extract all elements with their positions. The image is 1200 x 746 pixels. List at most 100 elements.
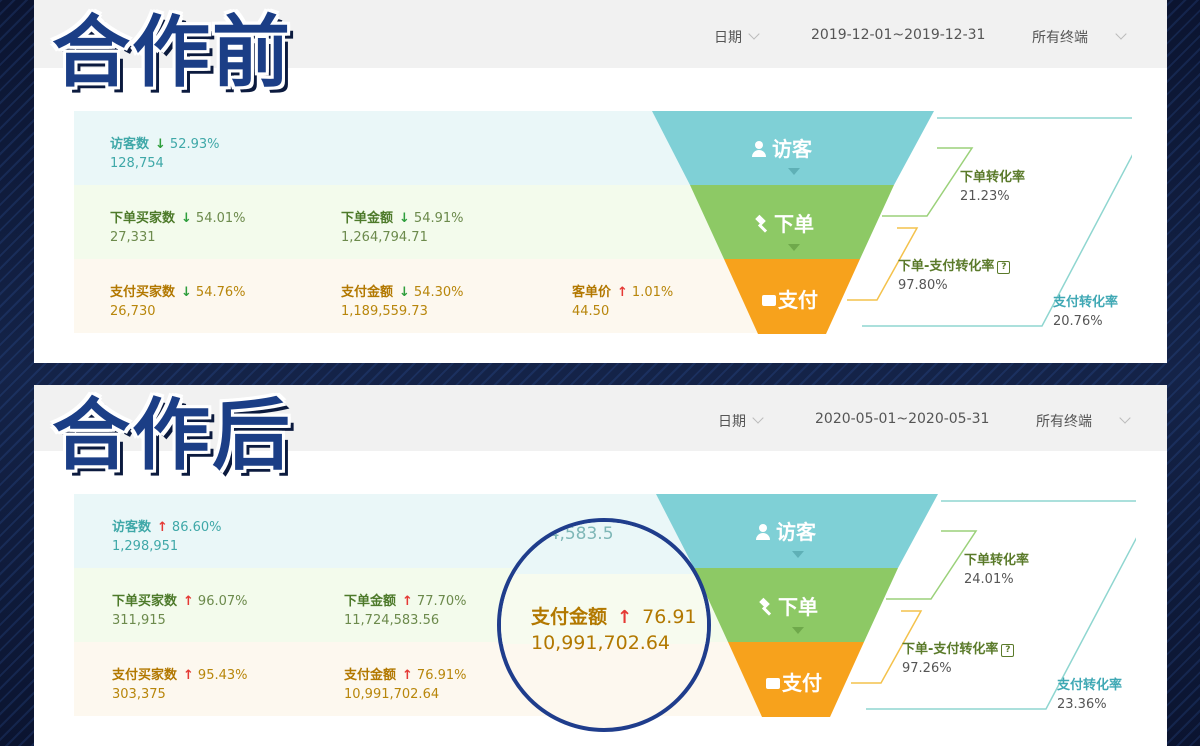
arrow-up-icon: ↑ xyxy=(183,668,194,683)
rate-label: 下单-支付转化率 xyxy=(902,642,999,657)
page-title: 合作前 xyxy=(52,8,293,98)
arrow-up-icon: ↑ xyxy=(617,285,628,300)
terminal-select[interactable]: 所有终端 xyxy=(1032,27,1088,47)
arrow-up-icon: ↑ xyxy=(617,607,633,628)
metric-label: 支付金额 xyxy=(344,668,397,683)
wallet-icon xyxy=(766,678,780,689)
gavel-icon xyxy=(758,597,774,616)
chevron-down-icon[interactable] xyxy=(1119,412,1131,424)
metric-pct: 77.70% xyxy=(416,594,467,609)
funnel-visitor-text: 访客 xyxy=(772,137,812,161)
metric-value: 303,375 xyxy=(112,687,166,702)
gavel-icon xyxy=(754,214,770,233)
funnel-pay-label: 支付 xyxy=(766,667,822,696)
arrow-down-icon: ↓ xyxy=(399,285,410,300)
order-rate: 下单转化率 21.23% xyxy=(960,166,1025,204)
chevron-down-icon[interactable] xyxy=(752,412,764,424)
page-title: 合作后 xyxy=(52,391,293,481)
rate-label: 下单-支付转化率 xyxy=(898,259,995,274)
date-label[interactable]: 日期 xyxy=(714,27,742,47)
metric-pct: 96.07% xyxy=(197,594,248,609)
help-icon[interactable]: ? xyxy=(997,261,1011,274)
order-buyers-metric: 下单买家数 ↑ 96.07% 311,915 xyxy=(112,590,248,628)
metric-pct: 54.76% xyxy=(195,285,246,300)
chevron-down-icon[interactable] xyxy=(748,28,760,40)
before-panel: 日期 2019-12-01~2019-12-31 所有终端 合作前 访客数 ↓ 52… xyxy=(34,0,1167,363)
rate-value: 20.76% xyxy=(1053,314,1103,329)
arrow-up-icon: ↑ xyxy=(402,594,413,609)
order-pay-rate: 下单-支付转化率? 97.80% xyxy=(898,255,1011,293)
rate-label: 支付转化率 xyxy=(1053,295,1119,310)
pay-rate: 支付转化率 20.76% xyxy=(1053,291,1118,329)
metric-label: 下单金额 xyxy=(344,594,397,609)
metric-label: 下单买家数 xyxy=(112,594,178,609)
rate-value: 23.36% xyxy=(1057,697,1107,712)
terminal-select[interactable]: 所有终端 xyxy=(1036,411,1092,431)
zoom-faint-value: 724,583.5 xyxy=(527,524,614,544)
arrow-up-icon: ↑ xyxy=(402,668,413,683)
arrow-down-icon: ↓ xyxy=(399,211,410,226)
date-range[interactable]: 2019-12-01~2019-12-31 xyxy=(811,27,985,43)
funnel-pay-text: 支付 xyxy=(782,671,822,695)
rate-value: 24.01% xyxy=(964,572,1014,587)
metric-label: 访客数 xyxy=(112,520,152,535)
arrow-up-icon: ↑ xyxy=(157,520,168,535)
metric-label: 下单买家数 xyxy=(110,211,176,226)
zoom-label-text: 支付金额 xyxy=(531,606,608,628)
order-amount-metric: 下单金额 ↑ 77.70% 11,724,583.56 xyxy=(344,590,467,628)
metric-value: 27,331 xyxy=(110,230,156,245)
order-pay-rate: 下单-支付转化率? 97.26% xyxy=(902,638,1015,676)
funnel-visitor-label: 访客 xyxy=(752,133,812,162)
metric-value: 1,189,559.73 xyxy=(341,304,428,319)
pay-buyers-metric: 支付买家数 ↑ 95.43% 303,375 xyxy=(112,664,248,702)
metric-pct: 54.91% xyxy=(413,211,464,226)
date-label[interactable]: 日期 xyxy=(718,411,746,431)
order-rate: 下单转化率 24.01% xyxy=(964,549,1029,587)
metric-value: 128,754 xyxy=(110,156,164,171)
metric-pct: 54.01% xyxy=(195,211,246,226)
visitor-metric: 访客数 ↓ 52.93% 128,754 xyxy=(110,133,220,171)
funnel-order-text: 下单 xyxy=(778,595,818,619)
metric-pct: 76.91% xyxy=(416,668,467,683)
metric-value: 26,730 xyxy=(110,304,156,319)
funnel-order-label: 下单 xyxy=(758,591,818,620)
wallet-icon xyxy=(762,295,776,306)
metric-pct: 95.43% xyxy=(197,668,248,683)
funnel-visitor-text: 访客 xyxy=(776,520,816,544)
funnel-pay-label: 支付 xyxy=(762,284,818,313)
rate-value: 97.80% xyxy=(898,278,948,293)
arrow-down-icon: ↓ xyxy=(181,285,192,300)
rate-label: 下单转化率 xyxy=(960,170,1026,185)
funnel-pay-text: 支付 xyxy=(778,288,818,312)
metric-label: 支付金额 xyxy=(341,285,394,300)
funnel-order-label: 下单 xyxy=(754,208,814,237)
zoom-pct: 76.91 xyxy=(642,606,697,628)
arrow-up-icon: ↑ xyxy=(183,594,194,609)
visitor-metric: 访客数 ↑ 86.60% 1,298,951 xyxy=(112,516,222,554)
rate-label: 支付转化率 xyxy=(1057,678,1123,693)
rate-value: 97.26% xyxy=(902,661,952,676)
metric-value: 1,298,951 xyxy=(112,539,179,554)
user-icon xyxy=(752,141,766,157)
pay-buyers-metric: 支付买家数 ↓ 54.76% 26,730 xyxy=(110,281,246,319)
arrow-down-icon: ↓ xyxy=(181,211,192,226)
metric-pct: 86.60% xyxy=(171,520,222,535)
order-amount-metric: 下单金额 ↓ 54.91% 1,264,794.71 xyxy=(341,207,464,245)
metric-label: 支付买家数 xyxy=(110,285,176,300)
metric-label: 客单价 xyxy=(572,285,612,300)
metric-pct: 54.30% xyxy=(413,285,464,300)
zoom-callout: 724,583.5 支付金额 ↑ 76.91 10,991,702.64 xyxy=(497,518,711,732)
zoom-label: 支付金额 ↑ 76.91 xyxy=(531,602,697,629)
user-icon xyxy=(756,524,770,540)
order-buyers-metric: 下单买家数 ↓ 54.01% 27,331 xyxy=(110,207,246,245)
pay-amount-metric: 支付金额 ↓ 54.30% 1,189,559.73 xyxy=(341,281,464,319)
help-icon[interactable]: ? xyxy=(1001,644,1015,657)
metric-label: 访客数 xyxy=(110,137,150,152)
metric-pct: 52.93% xyxy=(169,137,220,152)
chevron-down-icon[interactable] xyxy=(1115,28,1127,40)
arrow-down-icon: ↓ xyxy=(155,137,166,152)
metric-label: 支付买家数 xyxy=(112,668,178,683)
date-range[interactable]: 2020-05-01~2020-05-31 xyxy=(815,411,989,427)
metric-value: 11,724,583.56 xyxy=(344,613,440,628)
pay-amount-metric: 支付金额 ↑ 76.91% 10,991,702.64 xyxy=(344,664,467,702)
